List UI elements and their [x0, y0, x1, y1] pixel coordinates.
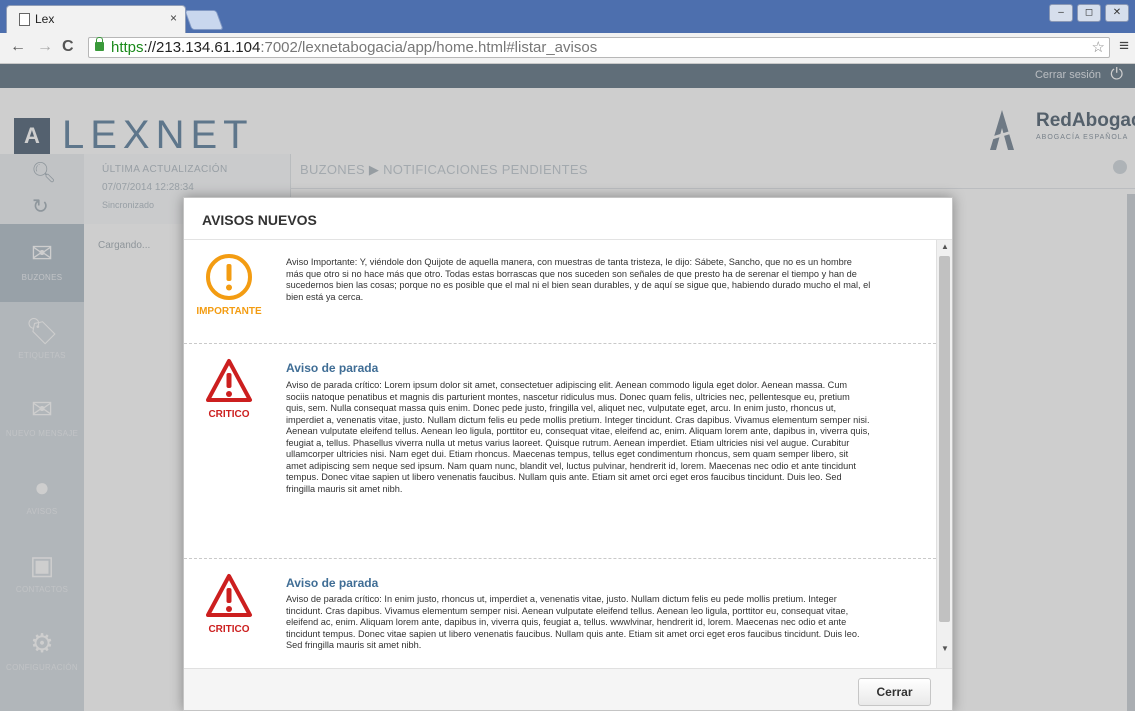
- window-controls: – ◻ ✕: [1049, 4, 1129, 22]
- tab-close-icon[interactable]: ×: [170, 11, 177, 25]
- scroll-up-icon[interactable]: ▲: [941, 242, 949, 251]
- modal-body: IMPORTANTE Aviso Importante: Y, viéndole…: [184, 240, 936, 668]
- maximize-button[interactable]: ◻: [1077, 4, 1101, 22]
- browser-toolbar: ← → C https://213.134.61.104:7002/lexnet…: [0, 33, 1135, 64]
- critical-warning-icon: [206, 574, 252, 617]
- scroll-down-icon[interactable]: ▼: [941, 644, 949, 653]
- tab-title: Lex: [35, 12, 55, 26]
- scrollbar-thumb[interactable]: [939, 256, 950, 622]
- notice-title: Aviso de parada: [286, 361, 379, 375]
- url-path: :7002/lexnetabogacia/app/home.html#lista…: [260, 39, 598, 56]
- notice-item: CRITICO Aviso de parada Aviso de parada …: [184, 559, 936, 668]
- address-bar[interactable]: https://213.134.61.104:7002/lexnetabogac…: [88, 37, 1110, 58]
- bookmark-star-icon[interactable]: ☆: [1092, 38, 1105, 56]
- browser-tabstrip: Lex × – ◻ ✕: [0, 0, 1135, 33]
- minimize-button[interactable]: –: [1049, 4, 1073, 22]
- notice-type-label: CRITICO: [208, 409, 250, 420]
- page-icon: [19, 13, 30, 26]
- notice-text: Aviso de parada crítico: Lorem ipsum dol…: [286, 380, 870, 494]
- notice-type-label: IMPORTANTE: [196, 306, 262, 317]
- menu-icon[interactable]: ≡: [1119, 36, 1129, 56]
- notice-item: IMPORTANTE Aviso Importante: Y, viéndole…: [184, 240, 936, 344]
- notice-text: Aviso de parada crítico: In enim justo, …: [286, 594, 860, 650]
- notice-type-label: CRITICO: [208, 624, 250, 635]
- modal-footer: Cerrar: [184, 668, 952, 710]
- notices-modal: AVISOS NUEVOS IMPORTANTE Aviso Important…: [183, 197, 953, 711]
- url-host: ://213.134.61.104: [143, 39, 261, 56]
- reload-icon[interactable]: C: [62, 38, 74, 56]
- important-icon: [206, 254, 252, 300]
- modal-title: AVISOS NUEVOS: [202, 212, 317, 228]
- new-tab-button[interactable]: [184, 10, 224, 30]
- modal-scrollbar[interactable]: ▲ ▼: [936, 240, 952, 668]
- critical-warning-icon: [206, 359, 252, 402]
- close-window-button[interactable]: ✕: [1105, 4, 1129, 22]
- back-icon[interactable]: ←: [10, 38, 26, 56]
- notice-title: Aviso de parada: [286, 576, 379, 590]
- url-scheme: https: [111, 39, 144, 56]
- notice-item: CRITICO Aviso de parada Aviso de parada …: [184, 344, 936, 559]
- lock-icon: [95, 37, 104, 51]
- notice-text: Aviso Importante: Y, viéndole don Quijot…: [286, 257, 871, 302]
- close-button[interactable]: Cerrar: [858, 678, 931, 706]
- browser-tab[interactable]: Lex ×: [6, 5, 186, 33]
- forward-icon[interactable]: →: [37, 38, 53, 56]
